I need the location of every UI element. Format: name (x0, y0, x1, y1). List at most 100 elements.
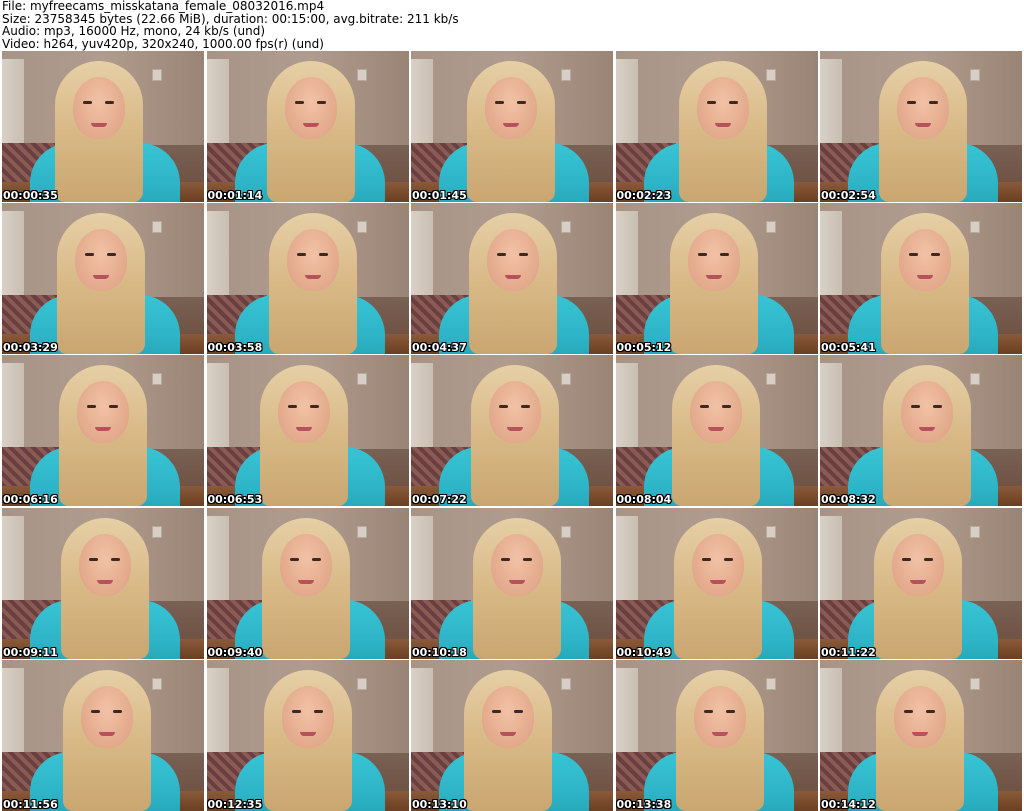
door (615, 211, 638, 304)
door (615, 667, 638, 760)
thumbnail-timestamp: 00:06:53 (207, 493, 263, 507)
eye-left (497, 253, 506, 257)
wall-outlet (970, 677, 980, 690)
face (286, 229, 339, 292)
door (206, 667, 229, 760)
wall-outlet (561, 677, 571, 690)
eye-right (721, 405, 731, 409)
wall-outlet (152, 373, 162, 386)
eye-right (109, 405, 118, 409)
door (206, 211, 229, 304)
thumbnail-timestamp: 00:03:58 (207, 341, 263, 355)
video-thumbnail: 00:08:04 (615, 355, 818, 507)
thumbnail-timestamp: 00:06:16 (3, 493, 58, 507)
eye-right (313, 709, 323, 713)
door (206, 59, 229, 151)
face (487, 229, 539, 292)
eye-right (924, 557, 933, 561)
eye-right (517, 101, 526, 104)
eye-right (523, 557, 532, 561)
eye-left (89, 557, 98, 561)
mouth (917, 275, 933, 280)
door (411, 667, 433, 760)
eye-left (701, 557, 711, 561)
door (411, 363, 433, 456)
thumbnail-timestamp: 00:13:38 (616, 797, 672, 811)
door (615, 59, 638, 151)
eye-left (296, 253, 306, 257)
mouth (503, 123, 519, 127)
face (77, 381, 129, 444)
wall-outlet (970, 525, 980, 538)
mouth (707, 427, 724, 432)
audio-info-line: Audio: mp3, 16000 Hz, mono, 24 kb/s (und… (2, 24, 266, 38)
door (820, 59, 842, 151)
mouth (299, 731, 316, 736)
video-thumbnail: 00:11:22 (820, 507, 1022, 659)
face (892, 533, 944, 596)
wall-outlet (765, 525, 776, 538)
wall-outlet (152, 677, 162, 690)
video-thumbnail: 00:05:41 (820, 203, 1022, 355)
thumbnail-timestamp: 00:05:41 (821, 341, 876, 355)
eye-right (929, 101, 938, 104)
eye-left (291, 709, 301, 713)
eye-left (501, 557, 510, 561)
video-thumbnail: 00:00:35 (2, 51, 204, 202)
eye-right (728, 101, 738, 104)
thumbnail-timestamp: 00:10:49 (616, 645, 672, 659)
video-thumbnail: 00:11:56 (2, 659, 204, 811)
wall-outlet (356, 373, 367, 386)
video-thumbnail: 00:03:58 (206, 203, 409, 355)
thumbnail-timestamp: 00:05:12 (616, 341, 672, 355)
mouth (705, 275, 722, 280)
eye-right (309, 405, 319, 409)
thumbnail-timestamp: 00:09:11 (3, 645, 58, 659)
mouth (709, 579, 726, 584)
eye-left (495, 101, 504, 104)
eye-right (926, 709, 935, 713)
mouth (500, 731, 516, 736)
thumbnail-timestamp: 00:12:35 (207, 797, 263, 811)
door (2, 363, 24, 456)
eye-right (933, 405, 942, 409)
mouth (93, 275, 109, 280)
mouth (302, 123, 319, 127)
eye-left (909, 253, 918, 257)
wall-outlet (152, 69, 162, 81)
door (411, 59, 433, 151)
door (411, 211, 433, 304)
eye-right (719, 253, 729, 257)
eye-right (931, 253, 940, 257)
wall-outlet (970, 221, 980, 234)
mouth (919, 427, 935, 432)
mouth (509, 579, 525, 584)
mouth (99, 731, 115, 736)
thumbnail-timestamp: 00:01:14 (207, 189, 263, 202)
wall-outlet (561, 69, 571, 81)
file-name-line: File: myfreecams_misskatana_female_08032… (2, 0, 325, 13)
eye-right (725, 709, 735, 713)
face (691, 533, 744, 596)
eye-left (902, 557, 911, 561)
face (73, 77, 125, 139)
door (206, 363, 229, 456)
eye-right (723, 557, 733, 561)
wall-outlet (765, 677, 776, 690)
face (482, 685, 534, 748)
file-info-header: File: myfreecams_misskatana_female_08032… (2, 0, 1022, 50)
face (491, 533, 543, 596)
eye-right (107, 253, 116, 257)
wall-outlet (356, 69, 367, 81)
eye-left (87, 405, 96, 409)
door (2, 515, 24, 608)
door (820, 363, 842, 456)
video-thumbnail: 00:09:40 (206, 507, 409, 659)
mouth (295, 427, 312, 432)
thumbnail-timestamp: 00:08:32 (821, 493, 876, 507)
video-thumbnail: 00:02:54 (820, 51, 1022, 202)
eye-left (706, 101, 716, 104)
video-thumbnail: 00:06:53 (206, 355, 409, 507)
face (693, 685, 746, 748)
face (81, 685, 133, 748)
